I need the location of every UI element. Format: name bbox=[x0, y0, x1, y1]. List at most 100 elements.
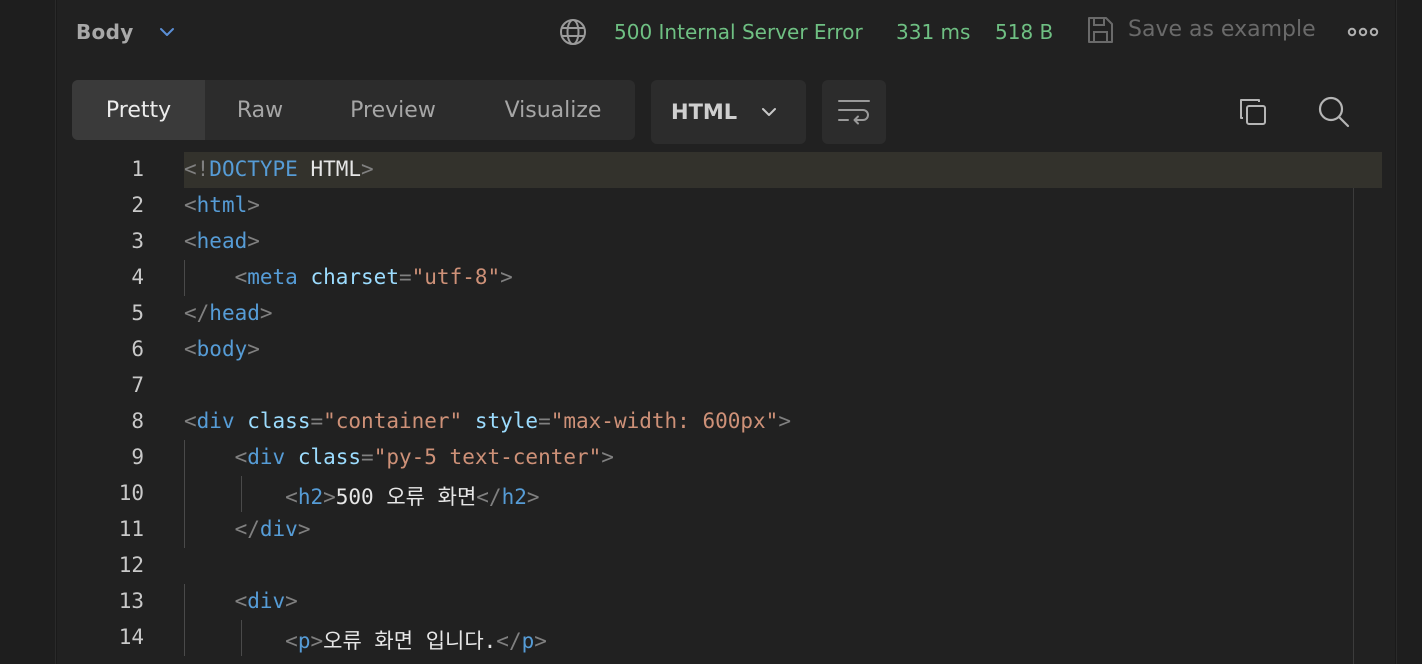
wrap-lines-button[interactable] bbox=[822, 80, 886, 144]
code-token: meta bbox=[247, 265, 298, 289]
tab-pretty[interactable]: Pretty bbox=[72, 80, 205, 140]
response-header: Body 500 Internal Server Error 331 ms 51… bbox=[57, 0, 1395, 64]
code-text: <div> bbox=[184, 589, 298, 613]
code-token: = bbox=[538, 409, 551, 433]
code-token: = bbox=[361, 445, 374, 469]
code-token: <! bbox=[184, 157, 210, 181]
code-text: <html> bbox=[184, 193, 260, 217]
line-number: 13 bbox=[118, 589, 144, 613]
code-token: </ bbox=[476, 485, 502, 509]
code-line: 11 </div> bbox=[57, 512, 1382, 548]
line-number: 4 bbox=[131, 265, 144, 289]
code-token: class bbox=[297, 445, 362, 469]
code-token: div bbox=[196, 409, 235, 433]
search-icon[interactable] bbox=[1317, 95, 1351, 129]
line-number: 3 bbox=[131, 229, 144, 253]
tab-raw[interactable]: Raw bbox=[205, 80, 315, 140]
code-token: > bbox=[297, 517, 311, 541]
save-icon[interactable] bbox=[1084, 14, 1116, 46]
code-token: < bbox=[184, 193, 197, 217]
line-number: 6 bbox=[131, 337, 144, 361]
chevron-down-icon bbox=[762, 108, 776, 116]
code-token: "container" bbox=[323, 409, 463, 433]
code-token: h2 bbox=[297, 485, 324, 509]
code-text: <head> bbox=[184, 229, 260, 253]
code-token: > bbox=[323, 485, 336, 509]
code-text: <!DOCTYPE HTML> bbox=[184, 157, 374, 181]
code-text: </head> bbox=[184, 301, 273, 325]
code-token: style bbox=[474, 409, 539, 433]
code-token: DOCTYPE bbox=[209, 157, 298, 181]
code-line: 9 <div class="py-5 text-center"> bbox=[57, 440, 1382, 476]
response-toolbar: Pretty Raw Preview Visualize HTML bbox=[57, 80, 1395, 144]
format-select[interactable]: HTML bbox=[651, 80, 806, 144]
line-number: 11 bbox=[118, 517, 144, 541]
code-token: > bbox=[534, 629, 547, 653]
code-line: 12 bbox=[57, 548, 1382, 584]
code-line: 8 <div class="container" style="max-width… bbox=[57, 404, 1382, 440]
status-code[interactable]: 500 Internal Server Error bbox=[614, 20, 863, 44]
globe-icon[interactable] bbox=[558, 17, 588, 47]
more-icon[interactable] bbox=[1346, 22, 1380, 42]
code-token: </ bbox=[496, 629, 522, 653]
line-number: 7 bbox=[131, 373, 144, 397]
code-token: html bbox=[196, 193, 248, 217]
code-line: 7 bbox=[57, 368, 1382, 404]
code-token: > bbox=[247, 229, 260, 253]
code-line: 5 </head> bbox=[57, 296, 1382, 332]
tab-visualize[interactable]: Visualize bbox=[471, 80, 635, 140]
response-panel: Body 500 Internal Server Error 331 ms 51… bbox=[57, 0, 1395, 664]
code-line: 1 <!DOCTYPE HTML> bbox=[57, 152, 1382, 188]
chevron-down-icon[interactable] bbox=[157, 22, 177, 42]
code-token: p bbox=[521, 629, 535, 653]
code-line: 13 <div> bbox=[57, 584, 1382, 620]
view-mode-tabs: Pretty Raw Preview Visualize bbox=[72, 80, 635, 140]
code-line: 2 <html> bbox=[57, 188, 1382, 224]
code-token: div bbox=[247, 445, 286, 469]
code-line: 3 <head> bbox=[57, 224, 1382, 260]
right-gutter bbox=[1396, 0, 1422, 664]
code-line: 6 <body> bbox=[57, 332, 1382, 368]
code-token: < bbox=[285, 629, 298, 653]
line-number: 5 bbox=[131, 301, 144, 325]
code-token: body bbox=[196, 337, 248, 361]
body-section-label[interactable]: Body bbox=[76, 20, 134, 44]
response-size[interactable]: 518 B bbox=[995, 20, 1053, 44]
code-token: h2 bbox=[501, 485, 527, 509]
code-token: </ bbox=[234, 517, 260, 541]
code-token: > bbox=[500, 265, 513, 289]
code-token: > bbox=[285, 589, 298, 613]
code-token: "utf-8" bbox=[411, 265, 501, 289]
code-token: div bbox=[247, 589, 286, 613]
code-token: > bbox=[778, 409, 791, 433]
response-time[interactable]: 331 ms bbox=[896, 20, 970, 44]
code-text: <div class="container" style="max-width:… bbox=[184, 409, 791, 433]
left-gutter bbox=[0, 0, 56, 664]
tab-preview[interactable]: Preview bbox=[315, 80, 471, 140]
code-token: </ bbox=[184, 301, 210, 325]
code-text: <meta charset="utf-8"> bbox=[184, 265, 513, 289]
code-token: < bbox=[184, 409, 197, 433]
code-token: < bbox=[184, 229, 197, 253]
code-text: </div> bbox=[184, 517, 311, 541]
code-line: 4 <meta charset="utf-8"> bbox=[57, 260, 1382, 296]
code-line: 14 <p>오류 화면 입니다.</p> bbox=[57, 620, 1382, 656]
code-token: > bbox=[259, 301, 273, 325]
code-editor[interactable]: 1 <!DOCTYPE HTML> 2 <html> 3 <head> 4 <meta ch… bbox=[57, 152, 1382, 664]
code-token: > bbox=[601, 445, 614, 469]
code-token: head bbox=[209, 301, 260, 325]
line-number: 9 bbox=[131, 445, 144, 469]
code-token: > bbox=[526, 485, 540, 509]
save-as-example-button[interactable]: Save as example bbox=[1128, 17, 1316, 42]
copy-icon[interactable] bbox=[1237, 96, 1269, 128]
code-text: <body> bbox=[184, 337, 260, 361]
code-token: > bbox=[361, 157, 374, 181]
line-number: 2 bbox=[131, 193, 144, 217]
code-token: "py-5 text-center" bbox=[373, 445, 602, 469]
